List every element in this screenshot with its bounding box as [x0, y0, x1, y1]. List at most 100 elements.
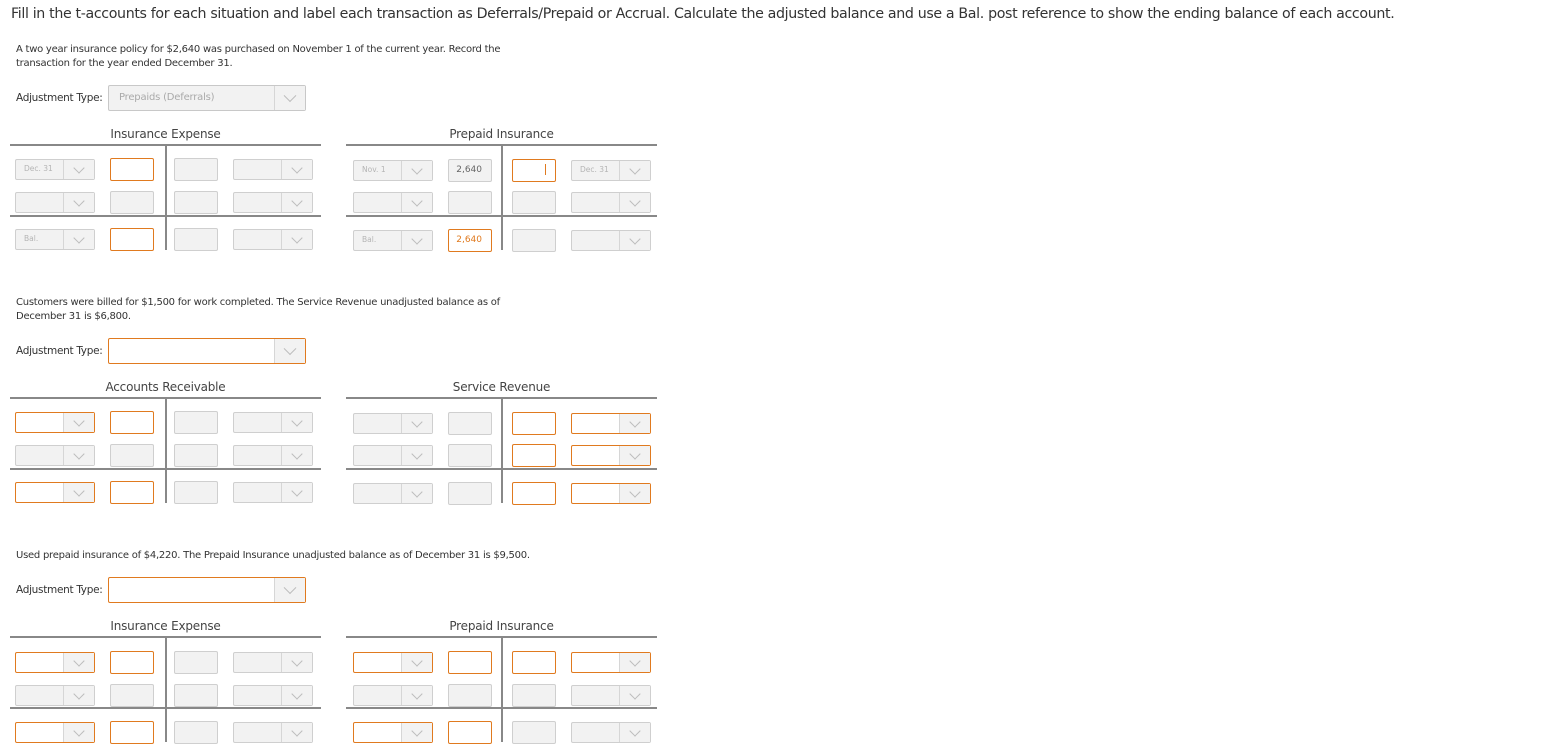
debit-ref-select[interactable]	[15, 482, 95, 503]
debit-ref-select[interactable]	[353, 192, 433, 213]
debit-ref-select[interactable]	[15, 685, 95, 706]
credit-ref-select[interactable]	[233, 229, 313, 250]
debit-amount-input[interactable]	[448, 684, 492, 707]
credit-ref-select[interactable]	[233, 445, 313, 466]
debit-ref-select[interactable]: Dec. 31	[15, 159, 95, 180]
credit-amount-input[interactable]	[174, 481, 218, 504]
debit-amount-input[interactable]	[448, 444, 492, 467]
chevron-down-icon[interactable]	[619, 723, 650, 742]
chevron-down-icon[interactable]	[274, 339, 305, 363]
credit-ref-select[interactable]	[571, 192, 651, 213]
credit-amount-input[interactable]	[512, 684, 556, 707]
debit-amount-input[interactable]	[448, 651, 492, 674]
chevron-down-icon[interactable]	[619, 231, 650, 250]
debit-ref-select[interactable]	[15, 652, 95, 673]
credit-ref-select[interactable]	[233, 722, 313, 743]
chevron-down-icon[interactable]	[619, 161, 650, 180]
debit-amount-input[interactable]: 2,640	[448, 159, 492, 182]
chevron-down-icon[interactable]	[281, 446, 312, 465]
chevron-down-icon[interactable]	[274, 86, 305, 110]
debit-amount-input[interactable]	[110, 191, 154, 214]
debit-ref-select[interactable]	[353, 413, 433, 434]
chevron-down-icon[interactable]	[619, 653, 650, 672]
debit-amount-input[interactable]	[448, 721, 492, 744]
credit-amount-input[interactable]	[512, 159, 556, 182]
chevron-down-icon[interactable]	[619, 686, 650, 705]
credit-amount-input[interactable]	[174, 651, 218, 674]
credit-ref-select[interactable]	[233, 482, 313, 503]
credit-ref-select[interactable]	[571, 722, 651, 743]
debit-amount-input[interactable]: 2,640	[448, 229, 492, 252]
credit-ref-select[interactable]	[233, 412, 313, 433]
debit-amount-input[interactable]	[110, 481, 154, 504]
chevron-down-icon[interactable]	[281, 653, 312, 672]
chevron-down-icon[interactable]	[401, 653, 432, 672]
chevron-down-icon[interactable]	[63, 193, 94, 212]
credit-amount-input[interactable]	[512, 191, 556, 214]
credit-amount-input[interactable]	[174, 228, 218, 251]
credit-amount-input[interactable]	[174, 721, 218, 744]
chevron-down-icon[interactable]	[401, 414, 432, 433]
debit-ref-select[interactable]: Nov. 1	[353, 160, 433, 181]
debit-ref-select[interactable]	[15, 412, 95, 433]
debit-ref-select[interactable]	[353, 483, 433, 504]
debit-ref-select[interactable]	[15, 722, 95, 743]
chevron-down-icon[interactable]	[281, 723, 312, 742]
credit-amount-input[interactable]	[174, 191, 218, 214]
chevron-down-icon[interactable]	[63, 230, 94, 249]
debit-amount-input[interactable]	[448, 482, 492, 505]
debit-amount-input[interactable]	[110, 411, 154, 434]
credit-ref-select[interactable]	[571, 445, 651, 466]
chevron-down-icon[interactable]	[619, 446, 650, 465]
debit-amount-input[interactable]	[110, 444, 154, 467]
chevron-down-icon[interactable]	[274, 578, 305, 602]
debit-amount-input[interactable]	[110, 684, 154, 707]
credit-ref-select[interactable]	[571, 652, 651, 673]
debit-ref-select[interactable]	[353, 445, 433, 466]
credit-ref-select[interactable]	[233, 159, 313, 180]
debit-ref-select[interactable]	[353, 722, 433, 743]
credit-ref-select[interactable]	[233, 652, 313, 673]
debit-amount-input[interactable]	[110, 651, 154, 674]
credit-amount-input[interactable]	[174, 158, 218, 181]
chevron-down-icon[interactable]	[281, 160, 312, 179]
credit-ref-select[interactable]	[233, 685, 313, 706]
debit-ref-select[interactable]	[353, 652, 433, 673]
chevron-down-icon[interactable]	[401, 161, 432, 180]
debit-ref-select[interactable]	[15, 445, 95, 466]
debit-amount-input[interactable]	[448, 191, 492, 214]
chevron-down-icon[interactable]	[401, 723, 432, 742]
credit-amount-input[interactable]	[174, 684, 218, 707]
chevron-down-icon[interactable]	[619, 484, 650, 503]
chevron-down-icon[interactable]	[63, 686, 94, 705]
chevron-down-icon[interactable]	[63, 160, 94, 179]
chevron-down-icon[interactable]	[281, 230, 312, 249]
credit-ref-select[interactable]	[571, 413, 651, 434]
credit-amount-input[interactable]	[512, 444, 556, 467]
credit-amount-input[interactable]	[512, 229, 556, 252]
credit-amount-input[interactable]	[174, 444, 218, 467]
credit-amount-input[interactable]	[174, 411, 218, 434]
credit-ref-select[interactable]	[571, 230, 651, 251]
debit-amount-input[interactable]	[110, 228, 154, 251]
debit-amount-input[interactable]	[110, 721, 154, 744]
debit-ref-select[interactable]	[15, 192, 95, 213]
chevron-down-icon[interactable]	[401, 484, 432, 503]
chevron-down-icon[interactable]	[401, 231, 432, 250]
credit-ref-select[interactable]	[233, 192, 313, 213]
debit-amount-input[interactable]	[448, 412, 492, 435]
chevron-down-icon[interactable]	[281, 483, 312, 502]
credit-amount-input[interactable]	[512, 651, 556, 674]
chevron-down-icon[interactable]	[401, 686, 432, 705]
problem-1-adjustment-type-select[interactable]: Prepaids (Deferrals)	[108, 85, 306, 111]
chevron-down-icon[interactable]	[401, 446, 432, 465]
chevron-down-icon[interactable]	[401, 193, 432, 212]
chevron-down-icon[interactable]	[63, 413, 94, 432]
chevron-down-icon[interactable]	[281, 686, 312, 705]
credit-ref-select[interactable]: Dec. 31	[571, 160, 651, 181]
debit-ref-select[interactable]	[353, 685, 433, 706]
chevron-down-icon[interactable]	[63, 446, 94, 465]
chevron-down-icon[interactable]	[281, 193, 312, 212]
chevron-down-icon[interactable]	[63, 723, 94, 742]
problem-3-adjustment-type-select[interactable]	[108, 577, 306, 603]
